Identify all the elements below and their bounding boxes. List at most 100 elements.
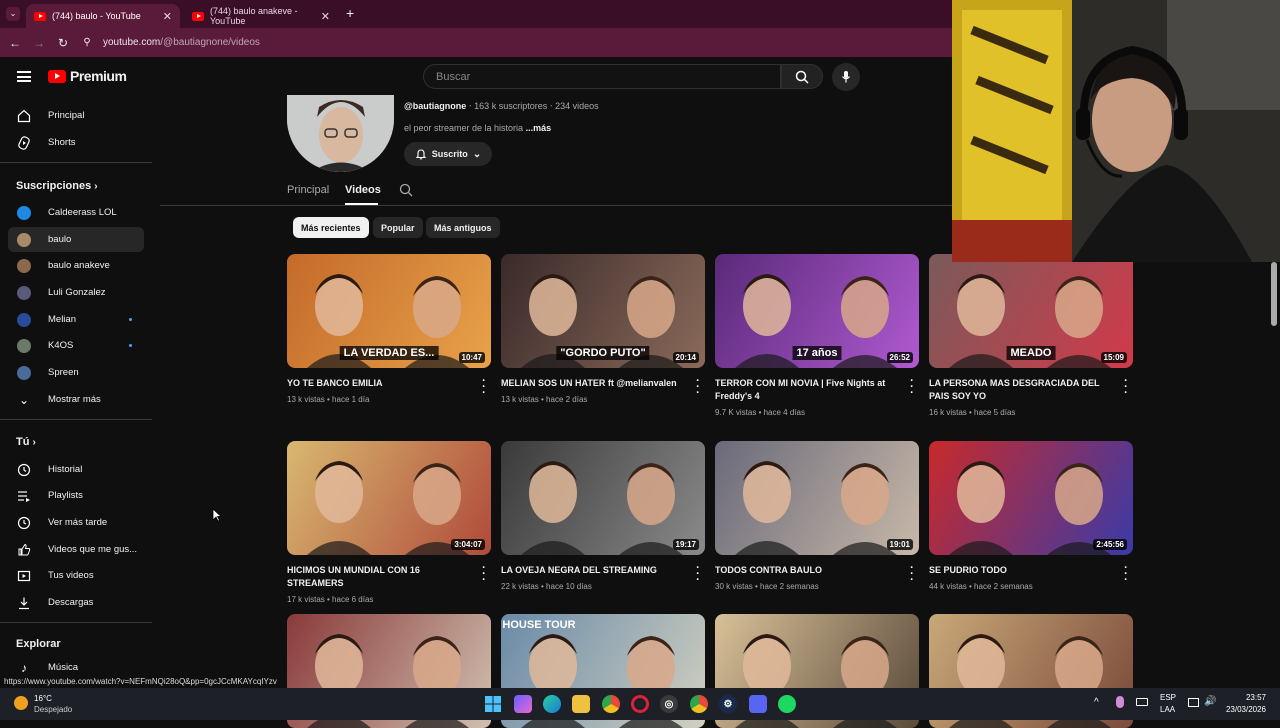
sidebar-item-your-videos[interactable]: Tus videos bbox=[8, 563, 144, 588]
sidebar-sub-k4os[interactable]: K4OS bbox=[8, 333, 144, 358]
tab-principal[interactable]: Principal bbox=[287, 184, 329, 196]
page-scrollbar-thumb[interactable] bbox=[1271, 262, 1277, 326]
video-thumbnail[interactable]: 19:01 bbox=[715, 441, 919, 555]
sidebar-item-playlists[interactable]: Playlists bbox=[8, 483, 144, 508]
edge-icon[interactable] bbox=[543, 695, 561, 713]
keyboard-layout[interactable]: LAA bbox=[1160, 705, 1175, 714]
video-thumbnail[interactable]: LA VERDAD ES... 10:47 bbox=[287, 254, 491, 368]
chip-popular[interactable]: Popular bbox=[373, 217, 423, 238]
more-actions-icon[interactable]: · · · bbox=[479, 563, 489, 586]
search-input[interactable]: Buscar bbox=[423, 64, 781, 89]
video-views: 13 k vistas bbox=[501, 395, 539, 404]
sidebar-item-historial[interactable]: Historial bbox=[8, 457, 144, 482]
video-card[interactable]: 19:01 TODOS CONTRA BAULO 30 k vistas • hac… bbox=[715, 441, 919, 591]
tab-videos[interactable]: Videos bbox=[345, 184, 381, 196]
new-tab-button[interactable]: + bbox=[346, 5, 354, 21]
channel-search-icon[interactable] bbox=[399, 183, 413, 202]
close-tab-icon[interactable]: ✕ bbox=[163, 10, 172, 23]
sidebar-sub-caldeerass[interactable]: Caldeerass LOL bbox=[8, 200, 144, 225]
opera-gx-icon[interactable]: ◎ bbox=[660, 695, 678, 713]
video-title[interactable]: SE PUDRIO TODO bbox=[929, 564, 1117, 577]
close-tab-icon[interactable]: ✕ bbox=[321, 10, 330, 23]
tab-list-chevron-icon[interactable]: ⌄ bbox=[6, 7, 20, 21]
more-link[interactable]: ...más bbox=[526, 123, 552, 133]
chip-mas-recientes[interactable]: Más recientes bbox=[293, 217, 369, 238]
steam-icon[interactable]: ⚙ bbox=[719, 695, 737, 713]
back-icon[interactable]: ← bbox=[3, 36, 27, 50]
video-title[interactable]: LA PERSONA MAS DESGRACIADA DEL PAIS SOY … bbox=[929, 377, 1117, 403]
forward-icon[interactable]: → bbox=[27, 36, 51, 50]
network-icon[interactable] bbox=[1188, 698, 1199, 707]
channel-description[interactable]: el peor streamer de la historia ...más bbox=[404, 123, 551, 133]
video-title[interactable]: MELIAN SOS UN HATER ft @melianvalen bbox=[501, 377, 689, 390]
opera-icon[interactable] bbox=[631, 695, 649, 713]
sidebar-item-downloads[interactable]: Descargas bbox=[8, 590, 144, 615]
sidebar-sub-luli[interactable]: Luli Gonzalez bbox=[8, 280, 144, 305]
more-actions-icon[interactable]: · · · bbox=[693, 563, 703, 586]
video-card[interactable]: 19:17 LA OVEJA NEGRA DEL STREAMING 22 k vi… bbox=[501, 441, 705, 591]
copilot-icon[interactable] bbox=[514, 695, 532, 713]
more-actions-icon[interactable]: · · · bbox=[693, 376, 703, 399]
channel-avatar[interactable] bbox=[287, 95, 394, 172]
more-actions-icon[interactable]: · · · bbox=[1121, 563, 1131, 586]
video-title[interactable]: HICIMOS UN MUNDIAL CON 16 STREAMERS bbox=[287, 564, 475, 590]
sidebar-item-shorts[interactable]: Shorts bbox=[8, 130, 144, 155]
clock-date[interactable]: 23/03/2026 bbox=[1218, 705, 1266, 714]
youtube-favicon-icon bbox=[192, 11, 204, 21]
more-actions-icon[interactable]: · · · bbox=[907, 376, 917, 399]
tray-chevron-icon[interactable]: ^ bbox=[1094, 697, 1099, 708]
more-actions-icon[interactable]: · · · bbox=[479, 376, 489, 399]
video-title[interactable]: YO TE BANCO EMILIA bbox=[287, 377, 475, 390]
video-title[interactable]: LA OVEJA NEGRA DEL STREAMING bbox=[501, 564, 689, 577]
chrome-icon[interactable] bbox=[602, 695, 620, 713]
volume-icon[interactable]: 🔊 bbox=[1204, 696, 1216, 707]
show-more-button[interactable]: ⌄ Mostrar más bbox=[8, 387, 144, 412]
sidebar-sub-baulo-anakeve[interactable]: baulo anakeve bbox=[8, 253, 144, 278]
video-card[interactable]: 17 años 26:52 TERROR CON MI NOVIA | Five N… bbox=[715, 254, 919, 417]
tray-mic-icon[interactable] bbox=[1116, 696, 1124, 708]
more-actions-icon[interactable]: · · · bbox=[907, 563, 917, 586]
video-thumbnail[interactable]: MEADO 15:09 bbox=[929, 254, 1133, 368]
sidebar-item-watch-later[interactable]: Ver más tarde bbox=[8, 510, 144, 535]
discord-icon[interactable] bbox=[749, 695, 767, 713]
video-card[interactable]: MEADO 15:09 LA PERSONA MAS DESGRACIADA DEL… bbox=[929, 254, 1133, 417]
chip-mas-antiguos[interactable]: Más antiguos bbox=[426, 217, 500, 238]
chrome-profile-icon[interactable] bbox=[690, 695, 708, 713]
subscriptions-heading[interactable]: Suscripciones › bbox=[16, 180, 98, 192]
spotify-icon[interactable] bbox=[778, 695, 796, 713]
clock-time[interactable]: 23:57 bbox=[1236, 693, 1266, 702]
subscribed-button[interactable]: Suscrito ⌄ bbox=[404, 142, 492, 166]
menu-icon[interactable] bbox=[17, 71, 31, 82]
sidebar-item-liked[interactable]: Videos que me gus... bbox=[8, 537, 144, 562]
video-card[interactable]: 3:04:07 HICIMOS UN MUNDIAL CON 16 STREAME… bbox=[287, 441, 491, 604]
site-info-icon[interactable]: ⚲ bbox=[75, 37, 99, 48]
language-indicator[interactable]: ESP bbox=[1160, 693, 1176, 702]
video-thumbnail[interactable]: 3:04:07 bbox=[287, 441, 491, 555]
video-thumbnail[interactable]: 2:45:56 bbox=[929, 441, 1133, 555]
video-card[interactable]: 2:45:56 SE PUDRIO TODO 44 k vistas • hace … bbox=[929, 441, 1133, 591]
url-field[interactable]: youtube.com/@bautiagnone/videos bbox=[103, 37, 260, 48]
video-card[interactable]: LA VERDAD ES... 10:47 YO TE BANCO EMILIA 13… bbox=[287, 254, 491, 404]
sidebar-item-principal[interactable]: Principal bbox=[8, 103, 144, 128]
voice-search-button[interactable] bbox=[832, 63, 860, 91]
file-explorer-icon[interactable] bbox=[572, 695, 590, 713]
video-title[interactable]: TERROR CON MI NOVIA | Five Nights at Fre… bbox=[715, 377, 903, 403]
sidebar-sub-baulo[interactable]: baulo bbox=[8, 227, 144, 252]
tab-baulo-anakeve[interactable]: (744) baulo anakeve - YouTube ✕ bbox=[184, 4, 338, 28]
video-title[interactable]: TODOS CONTRA BAULO bbox=[715, 564, 903, 577]
sidebar-sub-spreen[interactable]: Spreen bbox=[8, 360, 144, 385]
youtube-premium-logo[interactable]: Premium bbox=[48, 68, 127, 84]
start-windows-icon[interactable] bbox=[484, 695, 502, 713]
tab-baulo[interactable]: (744) baulo - YouTube ✕ bbox=[26, 4, 180, 28]
video-card[interactable]: "GORDO PUTO" 20:14 MELIAN SOS UN HATER ft … bbox=[501, 254, 705, 404]
video-thumbnail[interactable]: 19:17 bbox=[501, 441, 705, 555]
search-button[interactable] bbox=[781, 64, 823, 89]
keyboard-icon[interactable] bbox=[1136, 698, 1148, 706]
url-host: youtube.com bbox=[103, 37, 161, 48]
you-heading[interactable]: Tú › bbox=[16, 436, 36, 448]
video-thumbnail[interactable]: "GORDO PUTO" 20:14 bbox=[501, 254, 705, 368]
sidebar-sub-melian[interactable]: Melian bbox=[8, 307, 144, 332]
video-thumbnail[interactable]: 17 años 26:52 bbox=[715, 254, 919, 368]
more-actions-icon[interactable]: · · · bbox=[1121, 376, 1131, 399]
reload-icon[interactable]: ↻ bbox=[51, 36, 75, 50]
